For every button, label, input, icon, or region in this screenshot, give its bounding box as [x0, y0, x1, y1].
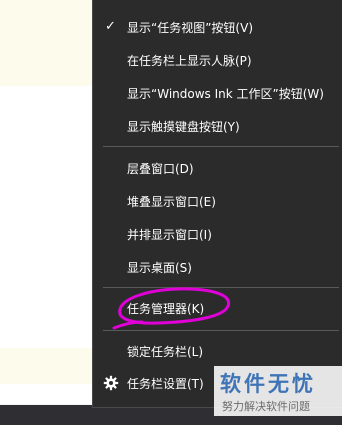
menu-item-label: 并排显示窗口(I) — [127, 227, 212, 242]
menu-item-label: 显示桌面(S) — [127, 260, 192, 275]
menu-separator — [103, 146, 339, 147]
menu-item-label: 任务栏设置(T) — [127, 376, 204, 391]
menu-item-show-windows-ink-button[interactable]: 显示“Windows Ink 工作区”按钮(W) — [93, 79, 342, 107]
watermark-logo: 软件无忧 努力解决软件问题 — [214, 366, 342, 416]
menu-item-show-desktop[interactable]: 显示桌面(S) — [93, 253, 342, 281]
menu-item-label: 锁定任务栏(L) — [127, 344, 204, 359]
menu-item-show-task-view-button[interactable]: ✓ 显示“任务视图”按钮(V) — [93, 13, 342, 41]
menu-item-label: 堆叠显示窗口(E) — [127, 194, 216, 209]
menu-separator — [103, 287, 339, 288]
taskbar-context-menu: ✓ 显示“任务视图”按钮(V) 在任务栏上显示人脉(P) 显示“Windows … — [92, 0, 342, 408]
background-panel — [0, 86, 92, 191]
background-panel — [0, 348, 92, 384]
menu-item-lock-taskbar[interactable]: 锁定任务栏(L) — [93, 337, 342, 365]
menu-item-task-manager[interactable]: 任务管理器(K) — [93, 294, 342, 322]
menu-item-label: 层叠窗口(D) — [127, 161, 194, 176]
menu-item-side-by-side-windows[interactable]: 并排显示窗口(I) — [93, 220, 342, 248]
watermark-title: 软件无忧 — [220, 372, 316, 396]
background-panel — [0, 190, 92, 349]
menu-item-show-people[interactable]: 在任务栏上显示人脉(P) — [93, 46, 342, 74]
menu-item-stack-windows[interactable]: 堆叠显示窗口(E) — [93, 187, 342, 215]
menu-item-label: 显示“Windows Ink 工作区”按钮(W) — [127, 86, 324, 101]
menu-item-label: 显示触摸键盘按钮(Y) — [127, 119, 240, 134]
background-app-window — [0, 0, 92, 404]
menu-separator — [103, 330, 339, 331]
menu-item-show-touch-keyboard-button[interactable]: 显示触摸键盘按钮(Y) — [93, 112, 342, 140]
menu-item-label: 在任务栏上显示人脉(P) — [127, 53, 252, 68]
menu-item-cascade-windows[interactable]: 层叠窗口(D) — [93, 154, 342, 182]
menu-item-label: 显示“任务视图”按钮(V) — [127, 20, 254, 35]
background-panel — [0, 0, 92, 87]
watermark-subtitle: 努力解决软件问题 — [222, 400, 310, 413]
menu-item-label: 任务管理器(K) — [127, 301, 205, 316]
gear-icon — [103, 375, 119, 391]
check-mark-icon: ✓ — [105, 19, 116, 34]
